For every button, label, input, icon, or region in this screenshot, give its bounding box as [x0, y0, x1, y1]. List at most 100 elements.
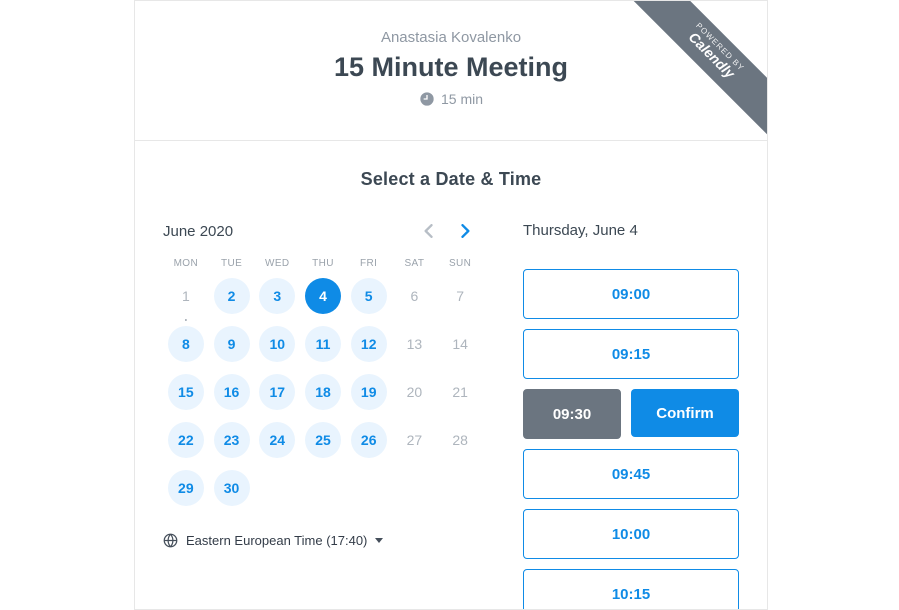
weekday-label: WED [254, 258, 300, 269]
weekday-label: TUE [209, 258, 255, 269]
calendar-day-number: 9 [214, 326, 250, 362]
calendar-day-number: 3 [259, 278, 295, 314]
calendar-day: 27 [392, 421, 438, 459]
calendar-day[interactable]: 11 [300, 325, 346, 363]
time-slot-selected: 09:30 [523, 389, 621, 439]
weekday-label: FRI [346, 258, 392, 269]
calendar-empty-cell [254, 469, 300, 507]
time-slot-button[interactable]: 09:00 [523, 269, 739, 319]
calendar-day-number: 25 [305, 422, 341, 458]
calendar-day-number: 24 [259, 422, 295, 458]
calendar-day[interactable]: 17 [254, 373, 300, 411]
time-slot-row: 09:30Confirm [523, 389, 739, 439]
calendar-day[interactable]: 15 [163, 373, 209, 411]
calendar: June 2020 MONTUEWEDTHUFRISATSUN 12345678… [163, 222, 483, 610]
timezone-label: Eastern European Time (17:40) [186, 533, 367, 548]
calendar-day[interactable]: 10 [254, 325, 300, 363]
calendar-day-number: 19 [351, 374, 387, 410]
calendar-day[interactable]: 19 [346, 373, 392, 411]
calendar-day[interactable]: 2 [209, 277, 255, 315]
calendar-day-number: 22 [168, 422, 204, 458]
calendar-day-number: 18 [305, 374, 341, 410]
calendar-day[interactable]: 3 [254, 277, 300, 315]
globe-icon [163, 533, 178, 548]
time-slots-panel: Thursday, June 4 09:0009:1509:30Confirm0… [523, 222, 739, 610]
next-month-button[interactable] [457, 222, 475, 240]
calendar-day: 1 [163, 277, 209, 315]
calendar-day[interactable]: 16 [209, 373, 255, 411]
duration-label: 15 min [441, 91, 483, 107]
time-slot-row: 09:15 [523, 329, 739, 379]
weekday-label: THU [300, 258, 346, 269]
time-slot-row: 10:00 [523, 509, 739, 559]
time-slot-row: 10:15 [523, 569, 739, 610]
calendar-day-number: 28 [442, 422, 478, 458]
timezone-selector[interactable]: Eastern European Time (17:40) [163, 533, 483, 548]
confirm-button[interactable]: Confirm [631, 389, 739, 437]
calendar-day[interactable]: 9 [209, 325, 255, 363]
calendar-day[interactable]: 29 [163, 469, 209, 507]
calendar-day-number: 4 [305, 278, 341, 314]
calendar-empty-cell [346, 469, 392, 507]
calendar-day[interactable]: 8 [163, 325, 209, 363]
calendar-day-number: 7 [442, 278, 478, 314]
calendar-day: 6 [392, 277, 438, 315]
selected-date-label: Thursday, June 4 [523, 222, 739, 239]
calendar-day-number: 2 [214, 278, 250, 314]
calendar-day[interactable]: 26 [346, 421, 392, 459]
calendar-day: 20 [392, 373, 438, 411]
time-slot-row: 09:45 [523, 449, 739, 499]
duration: 15 min [419, 91, 483, 107]
calendar-day-number: 11 [305, 326, 341, 362]
calendar-day-number: 21 [442, 374, 478, 410]
calendar-day-number: 17 [259, 374, 295, 410]
time-slot-button[interactable]: 09:45 [523, 449, 739, 499]
calendar-day[interactable]: 23 [209, 421, 255, 459]
weekday-label: SAT [392, 258, 438, 269]
calendar-day-number: 12 [351, 326, 387, 362]
calendar-day[interactable]: 30 [209, 469, 255, 507]
calendar-day-number: 10 [259, 326, 295, 362]
calendar-day-number: 23 [214, 422, 250, 458]
calendar-empty-cell [437, 469, 483, 507]
time-slot-row: 09:00 [523, 269, 739, 319]
chevron-left-icon [423, 224, 433, 238]
calendar-day[interactable]: 12 [346, 325, 392, 363]
calendar-day-number: 16 [214, 374, 250, 410]
meeting-title: 15 Minute Meeting [155, 52, 747, 83]
calendar-day: 14 [437, 325, 483, 363]
calendar-day-number: 15 [168, 374, 204, 410]
calendar-day-number: 30 [214, 470, 250, 506]
calendar-day[interactable]: 4 [300, 277, 346, 315]
host-name: Anastasia Kovalenko [155, 29, 747, 46]
calendar-day[interactable]: 18 [300, 373, 346, 411]
calendar-day-number: 29 [168, 470, 204, 506]
meeting-header: Anastasia Kovalenko 15 Minute Meeting 15… [135, 1, 767, 141]
calendar-day[interactable]: 25 [300, 421, 346, 459]
calendar-day[interactable]: 24 [254, 421, 300, 459]
scheduling-widget: POWERED BY Calendly Anastasia Kovalenko … [134, 0, 768, 610]
calendar-day: 21 [437, 373, 483, 411]
weekday-label: SUN [437, 258, 483, 269]
calendar-day-number: 5 [351, 278, 387, 314]
calendar-day[interactable]: 22 [163, 421, 209, 459]
weekday-label: MON [163, 258, 209, 269]
calendar-day-number: 20 [396, 374, 432, 410]
time-slot-button[interactable]: 10:00 [523, 509, 739, 559]
calendar-day-number: 14 [442, 326, 478, 362]
calendar-day[interactable]: 5 [346, 277, 392, 315]
calendar-day-number: 6 [396, 278, 432, 314]
calendar-day-number: 26 [351, 422, 387, 458]
month-label: June 2020 [163, 223, 233, 240]
prev-month-button[interactable] [419, 222, 437, 240]
calendar-day-number: 8 [168, 326, 204, 362]
calendar-day: 28 [437, 421, 483, 459]
calendar-day-number: 1 [168, 278, 204, 314]
time-slot-button[interactable]: 10:15 [523, 569, 739, 610]
time-slot-button[interactable]: 09:15 [523, 329, 739, 379]
calendar-empty-cell [392, 469, 438, 507]
calendar-empty-cell [300, 469, 346, 507]
clock-icon [419, 91, 435, 107]
section-title: Select a Date & Time [163, 169, 739, 190]
calendar-day: 13 [392, 325, 438, 363]
